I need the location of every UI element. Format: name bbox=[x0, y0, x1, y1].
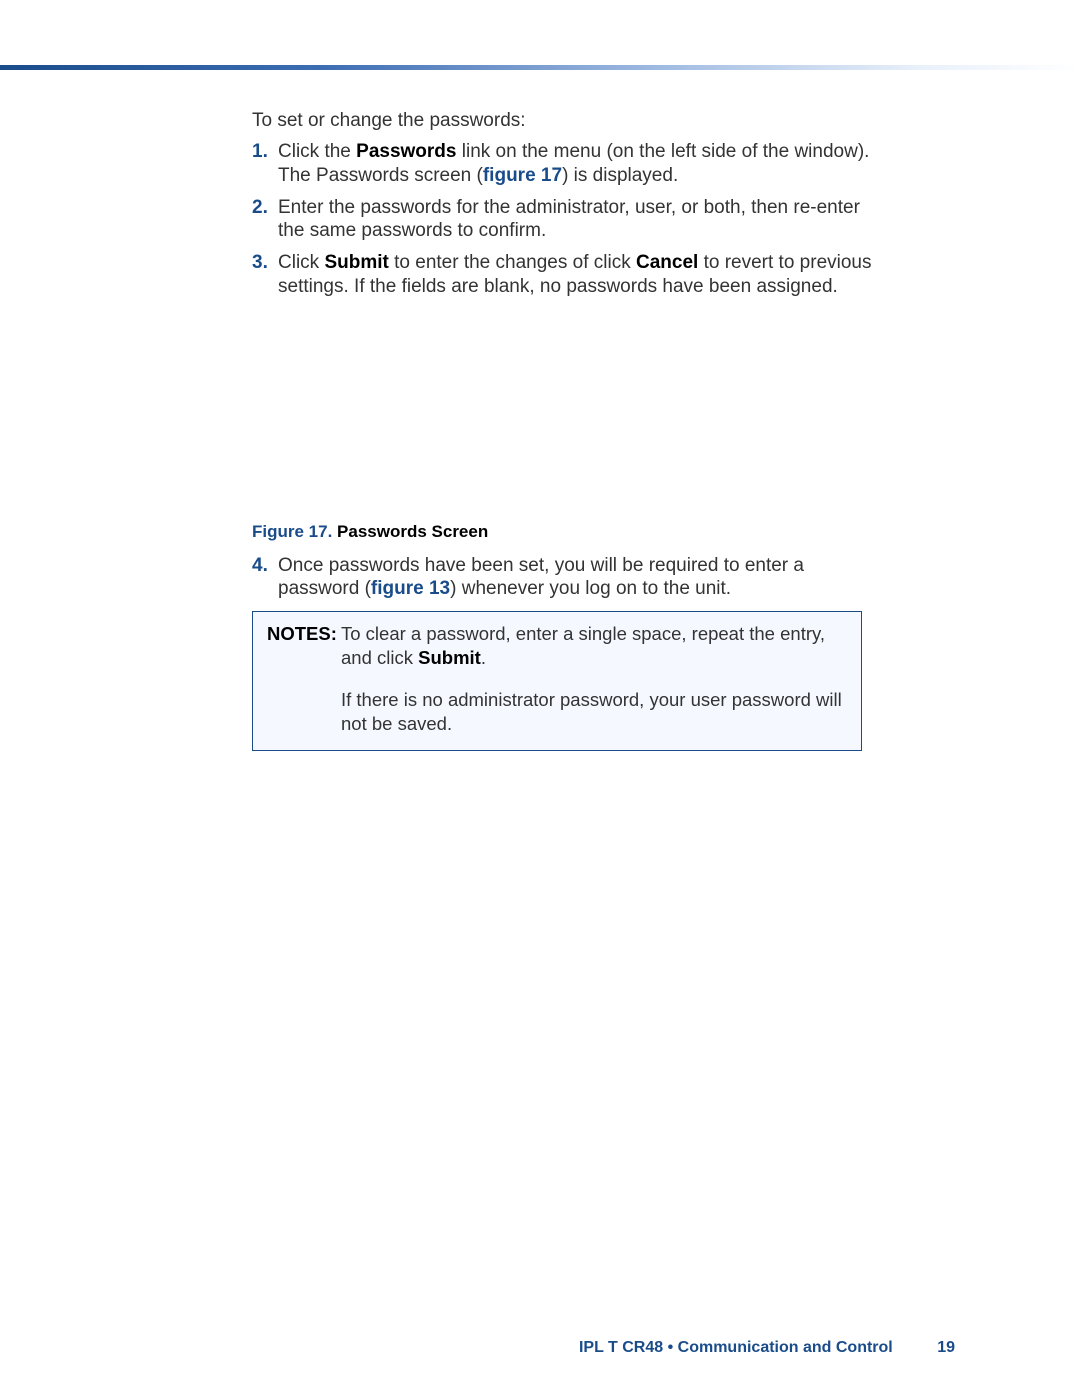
notes-box: NOTES: To clear a password, enter a sing… bbox=[252, 611, 862, 751]
figure-title: Passwords Screen bbox=[332, 522, 488, 541]
notes-row-1: NOTES: To clear a password, enter a sing… bbox=[267, 622, 847, 670]
list-body: Enter the passwords for the administrato… bbox=[278, 196, 872, 244]
intro-text: To set or change the passwords: bbox=[252, 110, 872, 132]
list-item: 2.Enter the passwords for the administra… bbox=[252, 196, 872, 244]
step-4-container: 4.Once passwords have been set, you will… bbox=[252, 554, 872, 602]
list-body: Click the Passwords link on the menu (on… bbox=[278, 140, 872, 188]
notes-spacer bbox=[267, 670, 847, 688]
figure-label: Figure 17. bbox=[252, 522, 332, 541]
list-number: 3. bbox=[252, 251, 278, 299]
notes-label-empty bbox=[267, 688, 341, 736]
notes-body-1: To clear a password, enter a single spac… bbox=[341, 622, 847, 670]
header-gradient-bar bbox=[0, 65, 1080, 70]
footer-title: IPL T CR48 • Communication and Control bbox=[579, 1339, 893, 1356]
ordered-steps: 1.Click the Passwords link on the menu (… bbox=[252, 140, 872, 299]
notes-label: NOTES: bbox=[267, 622, 341, 670]
list-number: 1. bbox=[252, 140, 278, 188]
list-body: Once passwords have been set, you will b… bbox=[278, 554, 872, 602]
notes-body-2: If there is no administrator password, y… bbox=[341, 688, 847, 736]
list-item: 3.Click Submit to enter the changes of c… bbox=[252, 251, 872, 299]
list-body: Click Submit to enter the changes of cli… bbox=[278, 251, 872, 299]
list-item: 1.Click the Passwords link on the menu (… bbox=[252, 140, 872, 188]
list-number: 4. bbox=[252, 554, 278, 602]
notes-row-2: If there is no administrator password, y… bbox=[267, 688, 847, 736]
page-footer: IPL T CR48 • Communication and Control 1… bbox=[579, 1339, 955, 1357]
footer-page-number: 19 bbox=[937, 1339, 955, 1356]
main-content: To set or change the passwords: 1.Click … bbox=[252, 110, 872, 751]
list-number: 2. bbox=[252, 196, 278, 244]
figure-caption: Figure 17. Passwords Screen bbox=[252, 522, 872, 542]
list-item: 4.Once passwords have been set, you will… bbox=[252, 554, 872, 602]
figure-image-placeholder bbox=[252, 307, 872, 522]
